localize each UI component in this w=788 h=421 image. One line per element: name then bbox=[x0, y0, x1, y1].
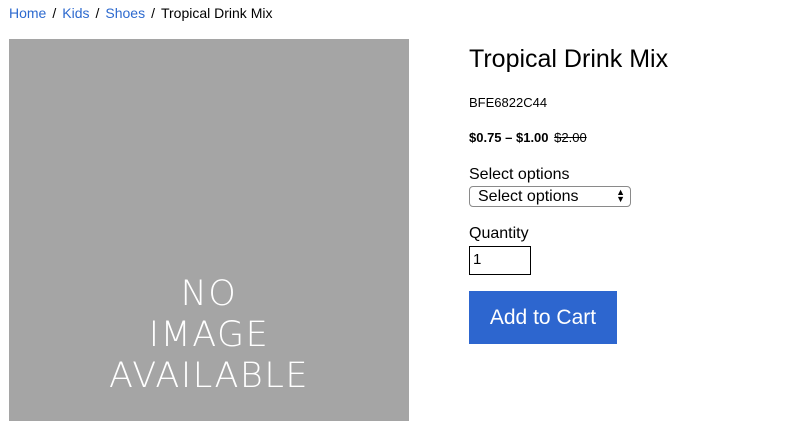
breadcrumb-link-home[interactable]: Home bbox=[9, 5, 46, 21]
product-sku: BFE6822C44 bbox=[469, 95, 548, 110]
breadcrumb: Home / Kids / Shoes / Tropical Drink Mix bbox=[9, 4, 272, 22]
options-label: Select options bbox=[469, 166, 570, 183]
no-image-text: NO IMAGE AVAILABLE bbox=[109, 274, 309, 396]
breadcrumb-separator: / bbox=[151, 5, 155, 21]
product-details: Tropical Drink Mix BFE6822C44 $0.75 – $1… bbox=[469, 40, 779, 344]
price-range: $0.75 – $1.00 bbox=[469, 130, 549, 145]
add-to-cart-button[interactable]: Add to Cart bbox=[469, 291, 617, 344]
original-price: $2.00 bbox=[554, 130, 587, 145]
product-title: Tropical Drink Mix bbox=[469, 45, 669, 73]
breadcrumb-link-kids[interactable]: Kids bbox=[62, 5, 89, 21]
breadcrumb-separator: / bbox=[95, 5, 100, 21]
breadcrumb-separator: / bbox=[52, 5, 57, 21]
product-price: $0.75 – $1.00 $2.00 bbox=[469, 130, 779, 145]
options-selected-value: Select options bbox=[478, 188, 579, 205]
product-image-placeholder: NO IMAGE AVAILABLE bbox=[9, 39, 409, 421]
options-select[interactable]: Select options ▲ ▼ bbox=[469, 186, 631, 207]
breadcrumb-current: Tropical Drink Mix bbox=[160, 5, 273, 21]
quantity-label: Quantity bbox=[469, 225, 529, 242]
quantity-input[interactable]: 1 bbox=[469, 246, 531, 275]
breadcrumb-link-shoes[interactable]: Shoes bbox=[105, 5, 145, 21]
select-arrows-icon: ▲ ▼ bbox=[616, 187, 625, 204]
